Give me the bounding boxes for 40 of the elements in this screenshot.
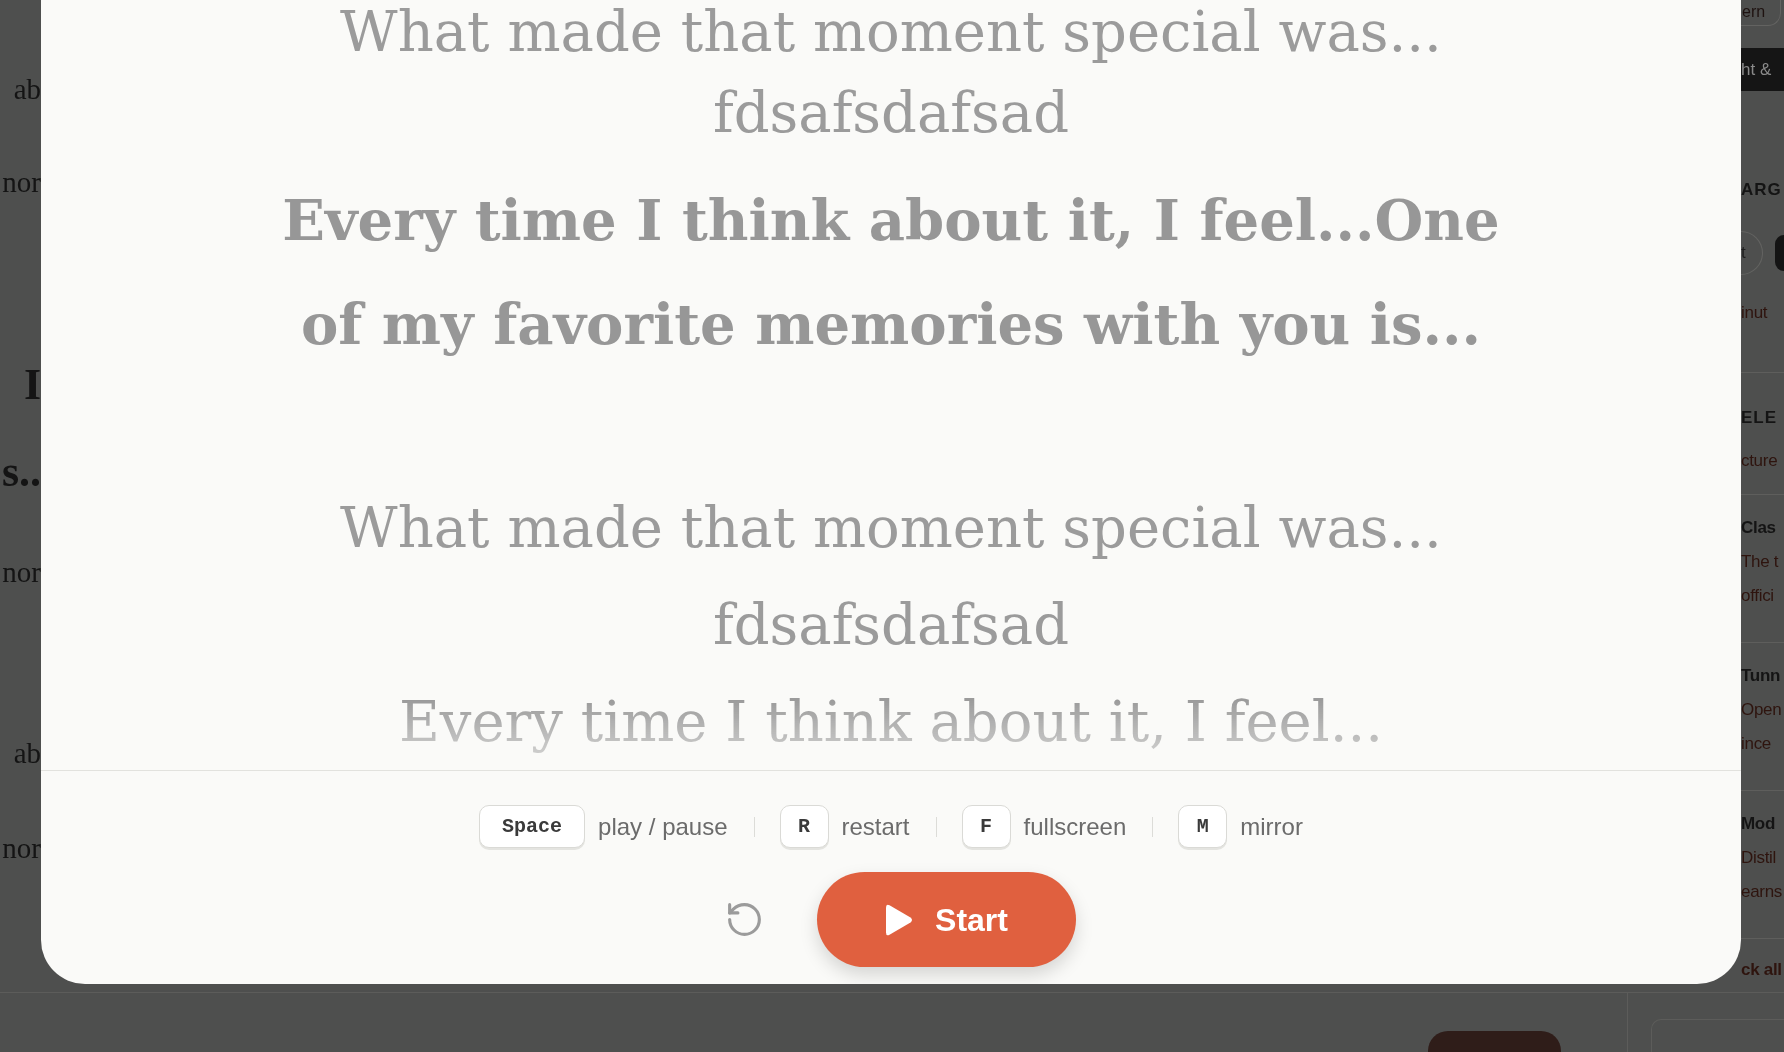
- script-line: fdsafsdafsad: [712, 591, 1070, 659]
- description-text: Open: [1741, 699, 1783, 721]
- script-line: Every time I think about it, I feel...: [398, 688, 1384, 756]
- start-button[interactable]: Start: [817, 872, 1076, 967]
- script-line: fdsafsdafsad: [712, 79, 1070, 147]
- card-title: Clas: [1741, 517, 1777, 539]
- description-text: Distil: [1741, 847, 1778, 869]
- text-fragment: nor: [2, 831, 41, 866]
- section-heading: ELE: [1741, 407, 1779, 429]
- description-text: offici: [1741, 585, 1775, 607]
- shortcut-label: fullscreen: [1023, 811, 1127, 842]
- script-line: Every time I think about it, I feel...One of my favorite memories with you is...: [281, 186, 1501, 359]
- text-fragment: nor: [2, 555, 41, 590]
- description-text: earns: [1741, 881, 1784, 903]
- text-fragment: nor: [2, 165, 41, 200]
- card-title: Mod: [1741, 813, 1777, 835]
- key-cap: R: [779, 805, 829, 848]
- key-cap: F: [961, 805, 1011, 848]
- partial-button[interactable]: [1428, 1031, 1561, 1052]
- card-title: Tunn: [1741, 665, 1782, 687]
- shortcut-label: mirror: [1240, 811, 1303, 842]
- text-fragment: ab: [13, 736, 41, 771]
- script-line: What made that moment special was...: [340, 0, 1442, 64]
- circular-arrow-icon: [727, 903, 761, 936]
- description-text: inut: [1741, 302, 1769, 324]
- description-text: cture: [1741, 450, 1779, 472]
- shortcut-label: play / pause: [598, 811, 728, 842]
- key-cap: Space: [479, 805, 586, 848]
- section-heading: ARG: [1741, 179, 1783, 201]
- description-text: ince: [1741, 733, 1772, 755]
- play-icon: [885, 903, 914, 936]
- shortcut-label: restart: [841, 811, 910, 842]
- script-line: What made that moment special was...: [340, 494, 1442, 562]
- header-bar: ht &: [1741, 48, 1784, 91]
- heading-fragment: I: [23, 359, 41, 411]
- description-text: The t: [1741, 551, 1780, 573]
- heading-fragment: s..: [1, 446, 41, 498]
- text-fragment: ab: [13, 72, 41, 107]
- key-cap: M: [1178, 805, 1228, 848]
- text-link[interactable]: ck all: [1741, 953, 1782, 987]
